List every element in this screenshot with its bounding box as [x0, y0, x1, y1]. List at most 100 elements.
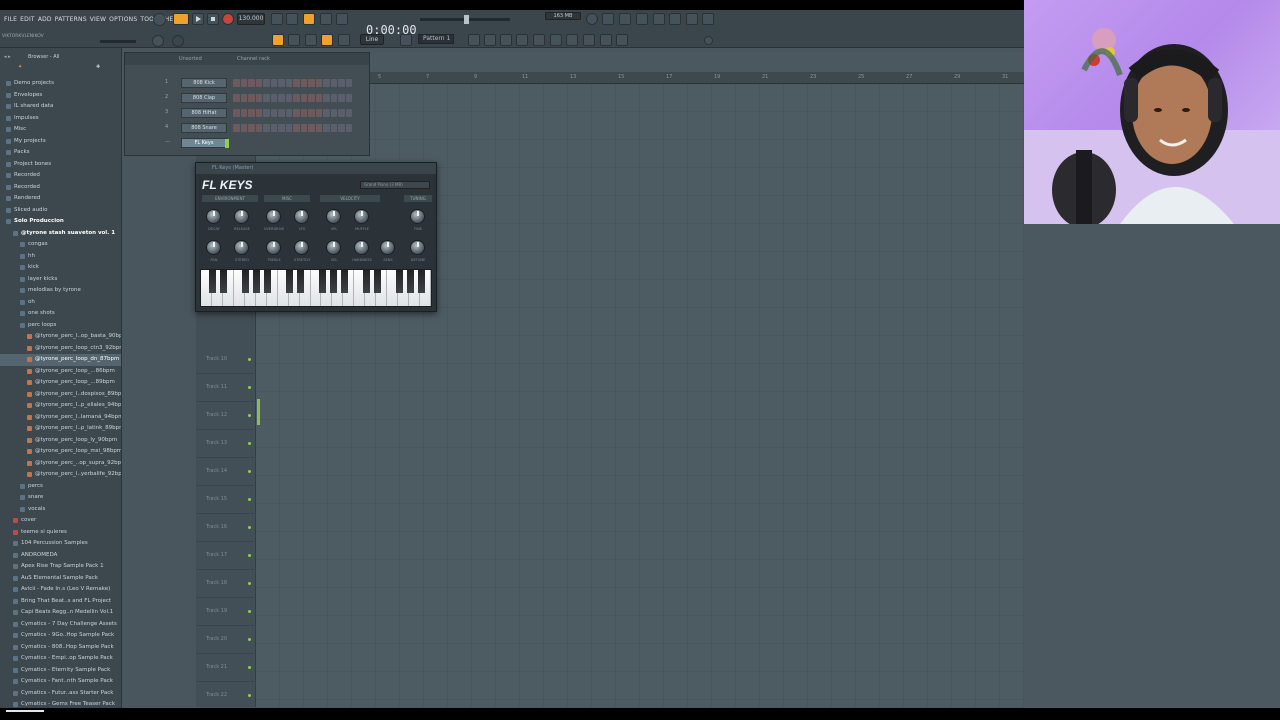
- channel-row[interactable]: 2 808 Clap: [125, 92, 371, 105]
- browser-item[interactable]: Impulses: [0, 113, 121, 125]
- step-button[interactable]: [293, 109, 300, 117]
- browser-item[interactable]: @tyrone_perc_l..yerbalife_92bpm: [0, 469, 121, 481]
- browser-item[interactable]: @tyrone_perc_loop_...89bpm: [0, 377, 121, 389]
- track-led[interactable]: [248, 610, 251, 613]
- step-button[interactable]: [338, 109, 345, 117]
- draw-icon[interactable]: [305, 34, 317, 46]
- browser-item[interactable]: Recorded: [0, 170, 121, 182]
- recording-mode-icon[interactable]: [303, 13, 315, 25]
- track-led[interactable]: [248, 414, 251, 417]
- master-volume-slider[interactable]: [420, 15, 510, 24]
- step-sequencer[interactable]: [233, 79, 352, 87]
- stop-button[interactable]: [207, 13, 219, 25]
- step-button[interactable]: [278, 94, 285, 102]
- step-button[interactable]: [338, 124, 345, 132]
- browser-item[interactable]: cover: [0, 515, 121, 527]
- step-button[interactable]: [308, 109, 315, 117]
- step-button[interactable]: [240, 109, 247, 117]
- preset-select[interactable]: Grand Piano (3 MB): [360, 181, 430, 189]
- script-icon[interactable]: [600, 34, 612, 46]
- pitch-knob[interactable]: [152, 35, 164, 47]
- browser-item[interactable]: melodias by tyrone: [0, 285, 121, 297]
- browser-item[interactable]: @tyrone_perc_loop_ly_90bpm: [0, 435, 121, 447]
- step-button[interactable]: [255, 109, 262, 117]
- plugin-db-icon[interactable]: [550, 34, 562, 46]
- step-button[interactable]: [233, 109, 240, 117]
- step-button[interactable]: [315, 109, 322, 117]
- channel-select-led[interactable]: [225, 139, 229, 148]
- step-button[interactable]: [285, 94, 292, 102]
- channel-row[interactable]: 3 808 HiHat: [125, 107, 371, 120]
- step-button[interactable]: [345, 79, 352, 87]
- browser-title[interactable]: Browser - All: [28, 54, 59, 60]
- channel-name-button[interactable]: 808 Kick: [181, 78, 227, 88]
- browser-item[interactable]: oh: [0, 297, 121, 309]
- channel-name-button[interactable]: FL Keys: [181, 138, 227, 148]
- knob[interactable]: [206, 209, 221, 224]
- piano-icon[interactable]: [500, 34, 512, 46]
- step-button[interactable]: [233, 79, 240, 87]
- browser-item[interactable]: Cymatics - 7 Day Challenge Assets: [0, 619, 121, 631]
- knob[interactable]: [380, 240, 395, 255]
- browser-item[interactable]: Cymatics - Empi..op Sample Pack: [0, 653, 121, 665]
- step-button[interactable]: [293, 79, 300, 87]
- black-key[interactable]: [208, 270, 216, 293]
- browser-item[interactable]: Capi Beats Regg..n Medellin Vol.1: [0, 607, 121, 619]
- browser-item[interactable]: hh: [0, 251, 121, 263]
- step-button[interactable]: [330, 79, 337, 87]
- step-button[interactable]: [240, 79, 247, 87]
- knob[interactable]: [326, 240, 341, 255]
- step-button[interactable]: [278, 79, 285, 87]
- playlist-ruler[interactable]: 5 7 9 11 13 15 17 19 21 23 25 27 29 31: [370, 72, 1024, 84]
- browser-item[interactable]: @tyrone_perc_l..dospisos_89bpm: [0, 389, 121, 401]
- step-button[interactable]: [345, 124, 352, 132]
- track-header[interactable]: Track 12: [196, 402, 256, 430]
- menu-edit[interactable]: EDIT: [20, 16, 35, 23]
- snap-icon[interactable]: [272, 34, 284, 46]
- step-button[interactable]: [323, 109, 330, 117]
- step-button[interactable]: [293, 124, 300, 132]
- cpu-icon[interactable]: [616, 34, 628, 46]
- menu-add[interactable]: ADD: [38, 16, 52, 23]
- blend-notes-icon[interactable]: [336, 13, 348, 25]
- browser-item[interactable]: perc loops: [0, 320, 121, 332]
- track-header[interactable]: Track 15: [196, 486, 256, 514]
- plugin-window-title[interactable]: FL Keys (Master): [196, 163, 436, 174]
- track-header[interactable]: Track 10: [196, 346, 256, 374]
- step-sequencer[interactable]: [233, 124, 352, 132]
- snap-select[interactable]: Line: [360, 34, 384, 45]
- step-button[interactable]: [323, 79, 330, 87]
- mixer-view-icon[interactable]: [516, 34, 528, 46]
- step-button[interactable]: [255, 94, 262, 102]
- track-led[interactable]: [248, 470, 251, 473]
- step-button[interactable]: [240, 94, 247, 102]
- browser-item[interactable]: Bring That Beat..s and FL Project: [0, 596, 121, 608]
- browser-item[interactable]: @tyrone_perc_l..lamaná_94bpm: [0, 412, 121, 424]
- step-button[interactable]: [240, 124, 247, 132]
- track-led[interactable]: [248, 638, 251, 641]
- step-button[interactable]: [300, 109, 307, 117]
- step-button[interactable]: [300, 124, 307, 132]
- browser-item[interactable]: 104 Percussion Samples: [0, 538, 121, 550]
- step-button[interactable]: [285, 79, 292, 87]
- browser-item[interactable]: vocals: [0, 504, 121, 516]
- playlist-icon[interactable]: [468, 34, 480, 46]
- track-header[interactable]: Track 20: [196, 626, 256, 654]
- knob[interactable]: [326, 209, 341, 224]
- step-button[interactable]: [248, 94, 255, 102]
- track-led[interactable]: [248, 554, 251, 557]
- track-led[interactable]: [248, 582, 251, 585]
- step-button[interactable]: [323, 124, 330, 132]
- step-button[interactable]: [255, 124, 262, 132]
- track-led[interactable]: [248, 694, 251, 697]
- black-key[interactable]: [285, 270, 293, 293]
- browser-item[interactable]: Envelopes: [0, 90, 121, 102]
- browser-item[interactable]: kick: [0, 262, 121, 274]
- play-button[interactable]: [192, 13, 204, 25]
- step-button[interactable]: [315, 124, 322, 132]
- black-key[interactable]: [219, 270, 227, 293]
- browser-item[interactable]: Sliced audio: [0, 205, 121, 217]
- step-button[interactable]: [263, 124, 270, 132]
- browser-item[interactable]: @tyrone_perc_loop_msi_98bpm: [0, 446, 121, 458]
- step-button[interactable]: [278, 124, 285, 132]
